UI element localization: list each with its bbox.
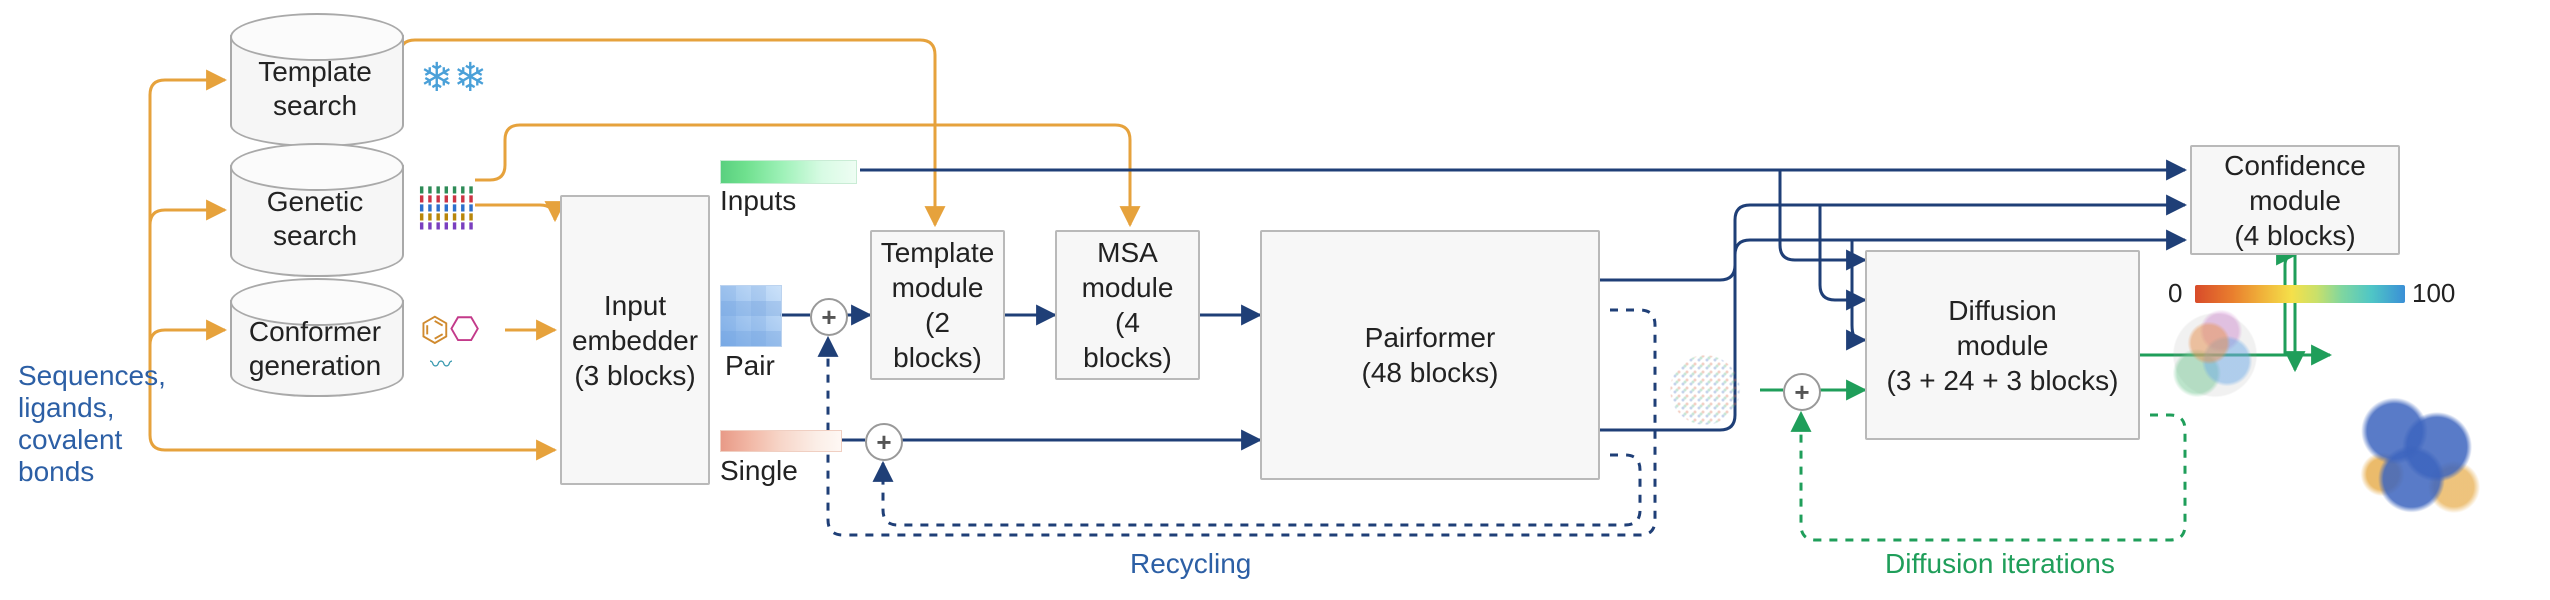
cylinder-template-search: Template search — [230, 35, 404, 153]
diffusion-add-icon: + — [1783, 373, 1821, 411]
single-representation-label: Single — [720, 455, 798, 487]
output-protein-structure-icon — [2335, 375, 2505, 535]
predicted-structure-icon — [2155, 295, 2275, 415]
cylinder-conformer-generation-label: Conformer generation — [230, 315, 400, 382]
block-diffusion-module: Diffusion module (3 + 24 + 3 blocks) — [1865, 250, 2140, 440]
cylinder-genetic-search-label: Genetic search — [230, 185, 400, 252]
confidence-scale-min: 0 — [2168, 278, 2182, 309]
cylinder-template-search-label: Template search — [230, 55, 400, 122]
cylinder-conformer-generation: Conformer generation — [230, 300, 404, 403]
single-representation-icon — [720, 430, 842, 452]
block-msa-module: MSA module (4 blocks) — [1055, 230, 1200, 380]
pair-representation-label: Pair — [725, 350, 775, 382]
ligand-molecule-icon: ⌬⎔ 〰︎ — [420, 310, 479, 389]
pair-representation-icon — [720, 285, 782, 347]
noise-input-icon — [1655, 340, 1755, 440]
input-sources-label: Sequences, ligands, covalent bonds — [18, 360, 198, 488]
inputs-representation-icon — [720, 160, 857, 184]
cylinder-genetic-search: Genetic search — [230, 165, 404, 283]
confidence-gradient-bar — [2195, 285, 2405, 303]
diagram-canvas: { "input_label": "Sequences,\nligands,\n… — [0, 0, 2550, 600]
msa-alignment-icon: ▮▮▮▮▮▮▮ ▮▮▮▮▮▮▮ ▮▮▮▮▮▮▮ ▮▮▮▮▮▮▮ ▮▮▮▮▮▮▮ — [418, 185, 476, 230]
confidence-scale-max: 100 — [2412, 278, 2455, 309]
recycling-loop-label: Recycling — [1130, 548, 1251, 580]
block-confidence-module: Confidence module (4 blocks) — [2190, 145, 2400, 255]
pair-recycle-add-icon: + — [810, 298, 848, 336]
template-structure-icon: ❄︎❄︎ — [420, 55, 487, 101]
block-template-module: Template module (2 blocks) — [870, 230, 1005, 380]
block-pairformer: Pairformer (48 blocks) — [1260, 230, 1600, 480]
block-input-embedder: Input embedder (3 blocks) — [560, 195, 710, 485]
diffusion-iterations-loop-label: Diffusion iterations — [1885, 548, 2115, 580]
single-recycle-add-icon: + — [865, 423, 903, 461]
inputs-representation-label: Inputs — [720, 185, 796, 217]
